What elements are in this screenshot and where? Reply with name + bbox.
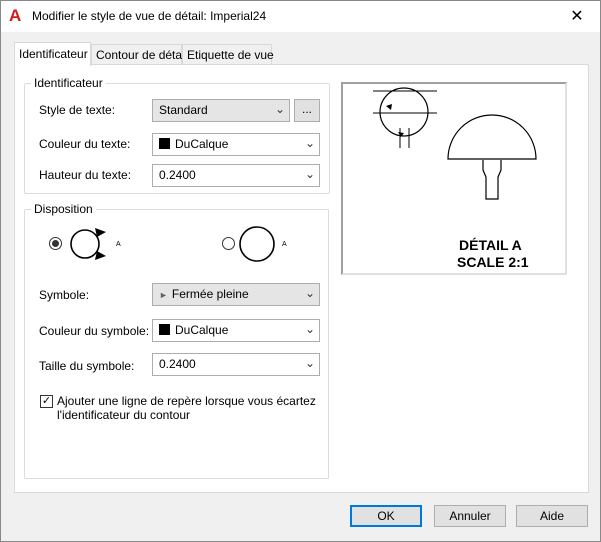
option-a-letter: A: [116, 241, 121, 248]
text-height-label: Hauteur du texte:: [39, 168, 132, 182]
identifier-group-title: Identificateur: [31, 76, 106, 90]
symbol-size-select[interactable]: 0.2400 ⌄: [152, 353, 320, 376]
chevron-down-icon: ⌄: [304, 167, 315, 181]
help-button[interactable]: Aide: [516, 505, 588, 527]
text-style-value: Standard: [159, 103, 208, 117]
tab-identificateur[interactable]: Identificateur: [14, 42, 91, 66]
preview-drawing: [373, 87, 537, 200]
layout-group-title: Disposition: [31, 202, 96, 216]
plain-circle-icon: [239, 226, 275, 262]
symbol-size-label: Taille du symbole:: [39, 359, 135, 373]
window-title: Modifier le style de vue de détail: Impe…: [32, 9, 267, 23]
leader-line-checkbox[interactable]: ✓: [40, 395, 53, 408]
layout-option-plain-radio[interactable]: [222, 237, 235, 250]
preview-scale-label: SCALE 2:1: [457, 254, 529, 270]
chevron-down-icon: ⌄: [304, 136, 315, 150]
leader-line-label-line2: l'identificateur du contour: [57, 408, 191, 422]
text-height-select[interactable]: 0.2400 ⌄: [152, 164, 320, 187]
text-color-label: Couleur du texte:: [39, 137, 131, 151]
autocad-a-icon: A: [9, 6, 22, 25]
symbol-color-select[interactable]: DuCalque ⌄: [152, 319, 320, 342]
color-swatch-icon: [159, 138, 170, 149]
tab-contour-de-detail[interactable]: Contour de détail: [91, 44, 187, 65]
leader-line-label-line1: Ajouter une ligne de repère lorsque vous…: [57, 394, 316, 408]
symbol-color-label: Couleur du symbole:: [39, 324, 150, 338]
text-height-value: 0.2400: [159, 168, 196, 182]
symbol-value: Fermée pleine: [171, 287, 249, 301]
ok-button[interactable]: OK: [350, 505, 422, 527]
title-bar: A Modifier le style de vue de détail: Im…: [1, 1, 600, 32]
chevron-down-icon: ⌄: [304, 322, 315, 336]
cancel-button[interactable]: Annuler: [434, 505, 506, 527]
symbol-label: Symbole:: [39, 288, 90, 302]
text-style-browse-button[interactable]: ...: [294, 99, 320, 122]
option-b-letter: A: [282, 241, 287, 248]
tab-panel-identificateur: Identificateur Style de texte: Standard …: [14, 64, 589, 493]
layout-group: Disposition A A Symbole: ► Fermée pleine …: [24, 202, 329, 479]
symbol-select[interactable]: ► Fermée pleine ⌄: [152, 283, 320, 306]
close-button[interactable]: ✕: [554, 1, 600, 32]
symbol-color-value: DuCalque: [175, 323, 229, 337]
layout-option-with-arrows-radio[interactable]: [49, 237, 62, 250]
chevron-down-icon: ⌄: [274, 102, 285, 116]
circle-with-arrows-icon: [70, 228, 106, 260]
preview-detail-label: DÉTAIL A: [459, 237, 522, 253]
color-swatch-icon: [159, 324, 170, 335]
identifier-group: Identificateur Style de texte: Standard …: [24, 76, 330, 194]
chevron-down-icon: ⌄: [304, 286, 315, 300]
symbol-size-value: 0.2400: [159, 357, 196, 371]
text-style-label: Style de texte:: [39, 103, 116, 117]
text-color-value: DuCalque: [175, 137, 229, 151]
text-style-select[interactable]: Standard ⌄: [152, 99, 290, 122]
text-color-select[interactable]: DuCalque ⌄: [152, 133, 320, 156]
detail-view-style-dialog: A Modifier le style de vue de détail: Im…: [0, 0, 601, 542]
chevron-down-icon: ⌄: [304, 356, 315, 370]
preview-pane: DÉTAIL A SCALE 2:1: [341, 82, 567, 275]
tab-etiquette-de-vue[interactable]: Etiquette de vue: [182, 44, 274, 65]
arrowhead-icon: ►: [159, 290, 168, 300]
